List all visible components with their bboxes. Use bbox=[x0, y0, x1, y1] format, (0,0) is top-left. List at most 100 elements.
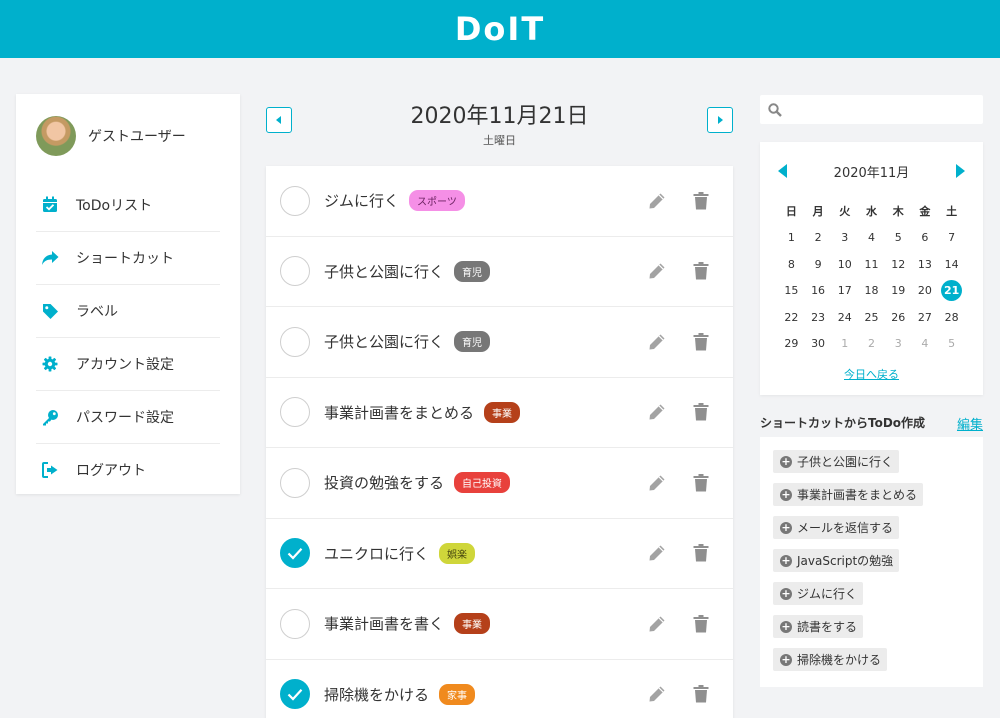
shortcut-button[interactable]: + 事業計画書をまとめる bbox=[773, 483, 924, 506]
delete-trash-icon[interactable] bbox=[691, 614, 711, 634]
delete-trash-icon[interactable] bbox=[691, 402, 711, 422]
edit-pencil-icon[interactable] bbox=[647, 261, 667, 281]
edit-pencil-icon[interactable] bbox=[647, 332, 667, 352]
calendar-day[interactable]: 4 bbox=[858, 225, 885, 252]
calendar-day[interactable]: 7 bbox=[938, 225, 965, 252]
calendar-day[interactable]: 11 bbox=[858, 251, 885, 278]
edit-pencil-icon[interactable] bbox=[647, 684, 667, 704]
todo-checkbox[interactable] bbox=[280, 326, 310, 357]
calendar-day[interactable]: 8 bbox=[778, 251, 805, 278]
todo-text: 子供と公園に行く bbox=[324, 333, 445, 352]
calendar-day[interactable]: 19 bbox=[885, 278, 912, 305]
todo-checkbox[interactable] bbox=[280, 467, 310, 498]
next-day-button[interactable] bbox=[707, 107, 733, 133]
search-input[interactable] bbox=[788, 95, 983, 124]
delete-trash-icon[interactable] bbox=[691, 543, 711, 563]
todo-label-badge: 育児 bbox=[454, 260, 491, 282]
calendar-day[interactable]: 13 bbox=[912, 251, 939, 278]
delete-trash-icon[interactable] bbox=[691, 684, 711, 704]
calendar-day[interactable]: 9 bbox=[805, 251, 832, 278]
plus-circle-icon: + bbox=[780, 521, 792, 534]
todo-checkbox[interactable] bbox=[280, 538, 310, 569]
calendar-day[interactable]: 23 bbox=[805, 304, 832, 331]
avatar bbox=[36, 116, 76, 156]
calendar-day[interactable]: 12 bbox=[885, 251, 912, 278]
shortcut-button[interactable]: + 子供と公園に行く bbox=[773, 450, 900, 473]
calendar-day[interactable]: 2 bbox=[805, 225, 832, 252]
edit-pencil-icon[interactable] bbox=[647, 614, 667, 634]
todo-actions bbox=[647, 543, 711, 563]
edit-pencil-icon[interactable] bbox=[647, 191, 667, 211]
calendar-day[interactable]: 10 bbox=[831, 251, 858, 278]
calendar-day[interactable]: 2 bbox=[858, 331, 885, 358]
calendar-selected-day[interactable]: 21 bbox=[941, 280, 963, 302]
sidebar-item-logout[interactable]: ログアウト bbox=[36, 443, 220, 496]
edit-pencil-icon[interactable] bbox=[647, 543, 667, 563]
todo-checkbox[interactable] bbox=[280, 256, 310, 287]
calendar-day[interactable]: 5 bbox=[938, 331, 965, 358]
sidebar-item-todo-list[interactable]: ToDoリスト bbox=[36, 178, 220, 231]
calendar-weekday: 水 bbox=[865, 205, 877, 219]
app-logo[interactable]: DoIT bbox=[455, 10, 545, 48]
todo-text: 事業計画書を書く bbox=[324, 615, 445, 634]
back-to-today-link[interactable]: 今日へ戻る bbox=[760, 366, 983, 382]
calendar-weekday: 火 bbox=[839, 205, 851, 219]
todo-checkbox[interactable] bbox=[280, 679, 310, 710]
calendar-day[interactable]: 24 bbox=[831, 304, 858, 331]
delete-trash-icon[interactable] bbox=[691, 473, 711, 493]
plus-circle-icon: + bbox=[780, 554, 792, 567]
delete-trash-icon[interactable] bbox=[691, 332, 711, 352]
shortcut-button[interactable]: + 掃除機をかける bbox=[773, 648, 888, 671]
calendar-weekday: 土 bbox=[946, 205, 958, 219]
tag-icon bbox=[40, 301, 60, 321]
calendar-day[interactable]: 28 bbox=[938, 304, 965, 331]
shortcut-label: 読書をする bbox=[797, 620, 858, 634]
sidebar-item-label: パスワード設定 bbox=[76, 410, 174, 426]
todo-checkbox[interactable] bbox=[280, 397, 310, 428]
todo-item: 事業計画書をまとめる 事業 bbox=[266, 378, 733, 448]
edit-pencil-icon[interactable] bbox=[647, 402, 667, 422]
app-header: DoIT bbox=[0, 0, 1000, 58]
edit-pencil-icon[interactable] bbox=[647, 473, 667, 493]
sidebar-item-shortcuts[interactable]: ショートカット bbox=[36, 231, 220, 284]
shortcut-button[interactable]: + ジムに行く bbox=[773, 582, 864, 605]
calendar-day[interactable]: 1 bbox=[831, 331, 858, 358]
calendar-day[interactable]: 22 bbox=[778, 304, 805, 331]
calendar-day[interactable]: 4 bbox=[912, 331, 939, 358]
shortcut-edit-link[interactable]: 編集 bbox=[957, 414, 983, 433]
todo-checkbox[interactable] bbox=[280, 185, 310, 216]
shortcut-button[interactable]: + 読書をする bbox=[773, 615, 864, 638]
sidebar-item-password-settings[interactable]: パスワード設定 bbox=[36, 390, 220, 443]
calendar-day[interactable]: 25 bbox=[858, 304, 885, 331]
calendar-day[interactable]: 3 bbox=[885, 331, 912, 358]
calendar-day[interactable]: 6 bbox=[912, 225, 939, 252]
delete-trash-icon[interactable] bbox=[691, 261, 711, 281]
shortcut-button[interactable]: + メールを返信する bbox=[773, 516, 900, 539]
shortcut-button[interactable]: + JavaScriptの勉強 bbox=[773, 549, 900, 572]
sidebar-item-label: ラベル bbox=[76, 304, 118, 320]
calendar-day[interactable]: 3 bbox=[831, 225, 858, 252]
calendar-day[interactable]: 21 bbox=[938, 278, 965, 305]
todo-checkbox[interactable] bbox=[280, 608, 310, 639]
calendar-day[interactable]: 15 bbox=[778, 278, 805, 305]
calendar-day[interactable]: 5 bbox=[885, 225, 912, 252]
calendar-day[interactable]: 17 bbox=[831, 278, 858, 305]
calendar-day[interactable]: 14 bbox=[938, 251, 965, 278]
todo-actions bbox=[647, 261, 711, 281]
calendar-day[interactable]: 29 bbox=[778, 331, 805, 358]
calendar-day[interactable]: 20 bbox=[912, 278, 939, 305]
calendar-day[interactable]: 30 bbox=[805, 331, 832, 358]
calendar-day[interactable]: 26 bbox=[885, 304, 912, 331]
todo-item: ユニクロに行く 娯楽 bbox=[266, 519, 733, 589]
calendar-day[interactable]: 27 bbox=[912, 304, 939, 331]
todo-actions bbox=[647, 402, 711, 422]
sidebar-item-account-settings[interactable]: アカウント設定 bbox=[36, 337, 220, 390]
sidebar-item-labels[interactable]: ラベル bbox=[36, 284, 220, 337]
date-navigation: 2020年11月21日 土曜日 bbox=[266, 92, 733, 152]
calendar-day[interactable]: 18 bbox=[858, 278, 885, 305]
calendar-day[interactable]: 16 bbox=[805, 278, 832, 305]
calendar-day[interactable]: 1 bbox=[778, 225, 805, 252]
todo-item: ジムに行く スポーツ bbox=[266, 166, 733, 237]
delete-trash-icon[interactable] bbox=[691, 191, 711, 211]
calendar-next-month-icon[interactable] bbox=[954, 164, 966, 178]
